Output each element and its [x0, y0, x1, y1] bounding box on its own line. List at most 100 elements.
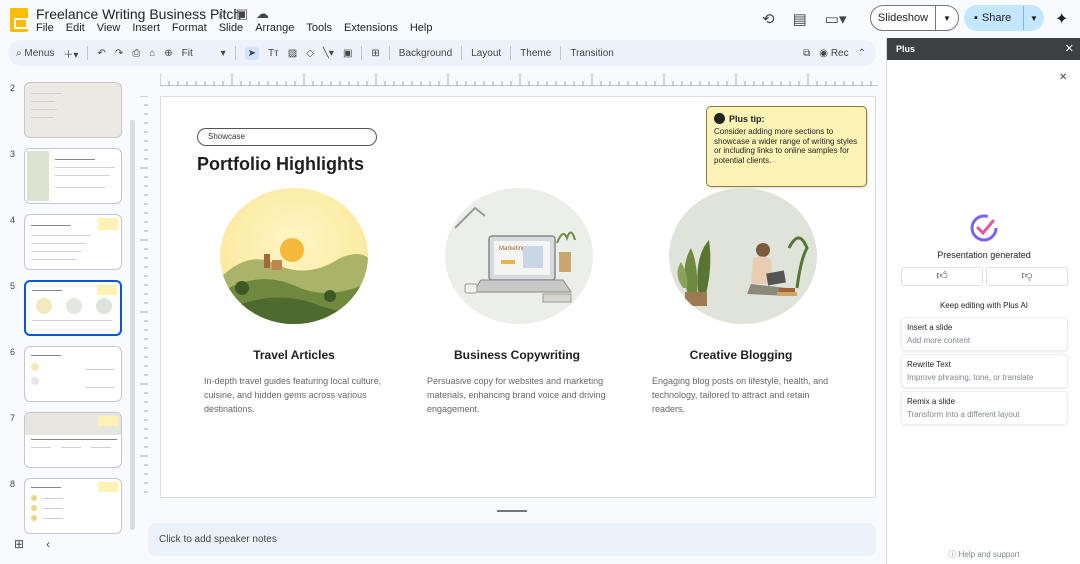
zoom-select[interactable]: Fit ▾ — [182, 48, 226, 59]
menu-arrange[interactable]: Arrange — [255, 22, 294, 34]
column-text[interactable]: Persuasive copy for websites and marketi… — [427, 374, 617, 416]
slide-thumbnail[interactable] — [24, 82, 122, 138]
help-support-link[interactable]: ⓘ Help and support — [887, 549, 1080, 560]
plus-tip-box[interactable]: Plus tip: Consider adding more sections … — [706, 106, 867, 187]
travel-illustration[interactable] — [220, 188, 368, 324]
slide-thumbnail[interactable] — [24, 148, 122, 204]
line-icon[interactable]: ╲▾ — [323, 48, 334, 59]
cloud-status-icon[interactable]: ☁ — [256, 6, 269, 22]
speaker-notes[interactable]: Click to add speaker notes — [148, 523, 876, 556]
column-title[interactable]: Travel Articles — [194, 348, 394, 362]
business-illustration[interactable]: Marketing — [445, 188, 593, 324]
column-title[interactable]: Business Copywriting — [417, 348, 617, 362]
share-label: Share — [981, 12, 1012, 24]
presentation-generated-text: Presentation generated — [937, 250, 1031, 260]
vertical-ruler[interactable] — [138, 95, 148, 496]
zoom-icon[interactable]: ⊕ — [164, 48, 172, 59]
slide-title[interactable]: Portfolio Highlights — [197, 154, 364, 175]
action-insert-slide[interactable]: Insert a slide Add more content — [901, 317, 1068, 351]
thumbs-up-icon[interactable]: 👍︎ — [901, 267, 983, 286]
document-title[interactable]: Freelance Writing Business Pitch — [36, 6, 241, 22]
present-icon[interactable]: ⧉ — [803, 48, 810, 59]
menu-slide[interactable]: Slide — [219, 22, 243, 34]
move-folder-icon[interactable]: ▣ — [236, 6, 248, 22]
slideshow-label[interactable]: Slideshow — [871, 6, 936, 30]
slideshow-button[interactable]: Slideshow ▼ — [870, 5, 959, 31]
slides-logo-icon[interactable] — [10, 8, 28, 32]
version-history-icon[interactable]: ⟲ — [762, 10, 775, 28]
share-button[interactable]: ▪ Share ▼ — [964, 5, 1044, 31]
gemini-icon[interactable]: ✦ — [1055, 9, 1068, 29]
text-box-icon[interactable]: Tт — [268, 48, 279, 59]
print-icon[interactable]: ⎙ — [132, 48, 140, 59]
grid-view-icon[interactable]: ⊞ — [14, 537, 24, 551]
layout-button[interactable]: Layout — [471, 48, 501, 59]
close-icon[interactable]: ✕ — [1059, 72, 1067, 83]
menu-file[interactable]: File — [36, 22, 54, 34]
video-icon[interactable]: ▣ — [343, 48, 352, 59]
ruler-ticks — [140, 95, 148, 493]
menu-extensions[interactable]: Extensions — [344, 22, 398, 34]
background-button[interactable]: Background — [399, 48, 452, 59]
meet-icon[interactable]: ▭▾ — [825, 10, 847, 28]
notes-resize-handle[interactable] — [497, 510, 527, 512]
collapse-toolbar-icon[interactable]: ⌃ — [858, 48, 866, 59]
collapse-panel-icon[interactable]: ‹ — [46, 537, 50, 551]
new-slide-icon[interactable]: ＋▾ — [63, 46, 78, 61]
menu-tools[interactable]: Tools — [306, 22, 332, 34]
share-lock-icon: ▪ — [974, 12, 978, 24]
slideshow-dropdown-icon[interactable]: ▼ — [936, 14, 958, 23]
slide-number: 6 — [10, 347, 16, 357]
toolbar: ⌕ Menus ＋▾ ↶ ↷ ⎙ ⌂ ⊕ Fit ▾ ➤ Tт ▨ ◇ ╲▾ ▣ … — [8, 40, 876, 66]
theme-button[interactable]: Theme — [520, 48, 551, 59]
shape-icon[interactable]: ◇ — [306, 48, 314, 59]
menu-insert[interactable]: Insert — [132, 22, 160, 34]
filmstrip-scrollbar[interactable] — [130, 120, 135, 530]
thumbs-down-icon[interactable]: 👎︎ — [986, 267, 1068, 286]
showcase-tag[interactable]: Showcase — [197, 128, 377, 146]
laptop-screen-label: Marketing — [499, 246, 525, 252]
horizontal-ruler[interactable] — [159, 72, 878, 86]
ruler-ticks — [159, 74, 872, 86]
slide-number: 4 — [10, 215, 16, 225]
slide-number: 5 — [10, 281, 16, 291]
menu-help[interactable]: Help — [410, 22, 433, 34]
share-dropdown-icon[interactable]: ▼ — [1024, 14, 1044, 23]
slide-canvas[interactable]: Showcase Portfolio Highlights Plus tip: … — [160, 96, 876, 498]
menu-view[interactable]: View — [97, 22, 121, 34]
action-remix-slide[interactable]: Remix a slide Transform into a different… — [901, 391, 1068, 425]
menu-edit[interactable]: Edit — [66, 22, 85, 34]
slide-number: 8 — [10, 479, 16, 489]
close-icon[interactable]: ✕ — [1065, 38, 1074, 60]
redo-icon[interactable]: ↷ — [115, 48, 123, 59]
action-rewrite-text[interactable]: Rewrite Text Improve phrasing, tone, or … — [901, 354, 1068, 388]
filmstrip: 2 3 4 5 6 7 8 — [0, 70, 140, 534]
comments-icon[interactable]: ▤ — [793, 10, 807, 28]
travel-landscape-image — [220, 188, 368, 324]
column-text[interactable]: Engaging blog posts on lifestyle, health… — [652, 374, 842, 416]
image-icon[interactable]: ▨ — [288, 48, 297, 59]
paint-format-icon[interactable]: ⌂ — [149, 48, 155, 59]
column-title[interactable]: Creative Blogging — [641, 348, 841, 362]
comment-add-icon[interactable]: ⊞ — [371, 48, 379, 59]
column-text[interactable]: In-depth travel guides featuring local c… — [204, 374, 394, 416]
slide-thumbnail-selected[interactable] — [24, 280, 122, 336]
undo-icon[interactable]: ↶ — [97, 48, 105, 59]
menu-format[interactable]: Format — [172, 22, 207, 34]
keep-editing-text: Keep editing with Plus AI — [939, 301, 1029, 310]
rec-button[interactable]: ◉ Rec — [819, 48, 848, 59]
slide-number: 2 — [10, 83, 16, 93]
plus-tip-icon — [714, 113, 725, 124]
slide-thumbnail[interactable] — [24, 214, 122, 270]
select-cursor-icon[interactable]: ➤ — [244, 46, 260, 60]
plus-tip-title: Plus tip: — [729, 113, 765, 124]
blogging-illustration[interactable] — [669, 188, 817, 324]
slide-thumbnail[interactable] — [24, 346, 122, 402]
search-menus[interactable]: ⌕ Menus — [16, 48, 54, 59]
slide-thumbnail[interactable] — [24, 412, 122, 468]
slide-thumbnail[interactable] — [24, 478, 122, 534]
star-icon[interactable]: ☆ — [216, 6, 228, 22]
transition-button[interactable]: Transition — [570, 48, 614, 59]
menu-bar: File Edit View Insert Format Slide Arran… — [36, 22, 432, 34]
plus-ai-logo-icon — [969, 213, 999, 243]
